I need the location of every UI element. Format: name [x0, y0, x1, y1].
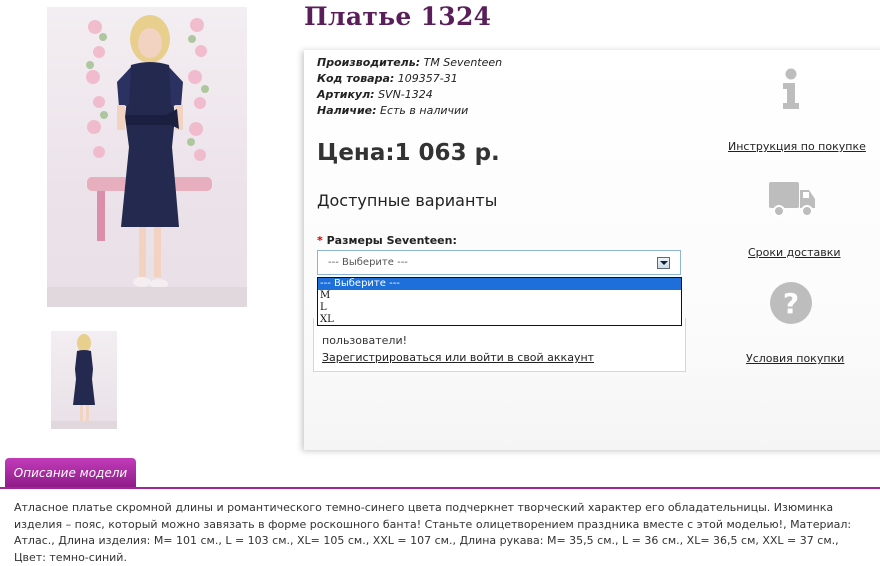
delivery-truck-icon[interactable] [767, 180, 817, 218]
availability-value: Есть в наличии [380, 104, 469, 117]
size-label: * Размеры Seventeen: [317, 234, 457, 247]
tab-underline [0, 487, 880, 489]
delivery-link[interactable]: Сроки доставки [748, 246, 841, 259]
product-thumbnail[interactable] [51, 331, 117, 429]
size-label-text: Размеры Seventeen: [326, 234, 457, 247]
availability-row: Наличие: Есть в наличии [317, 104, 468, 117]
dress-photo-illustration [47, 15, 247, 307]
product-code-value: 109357-31 [397, 72, 458, 85]
manufacturer-row: Производитель: ТМ Seventeen [317, 56, 502, 69]
thumbnail-illustration [51, 334, 117, 429]
product-main-photo[interactable] [47, 7, 247, 307]
tab-description[interactable]: Описание модели [5, 458, 136, 488]
login-notice-text: пользователи! [322, 334, 408, 347]
manufacturer-value: ТМ Seventeen [423, 56, 503, 69]
required-mark: * [317, 234, 323, 247]
product-code-label: Код товара: [317, 72, 395, 85]
size-option-xl[interactable]: XL [318, 314, 681, 326]
size-dropdown-list: --- Выберите --- M L XL [317, 277, 682, 326]
size-select[interactable]: --- Выберите --- [317, 250, 681, 275]
manufacturer-label: Производитель: [317, 56, 421, 69]
size-select-value: --- Выберите --- [328, 257, 408, 268]
article-row: Артикул: SVN-1324 [317, 88, 433, 101]
product-code-row: Код товара: 109357-31 [317, 72, 458, 85]
info-icon[interactable] [778, 68, 804, 110]
product-description: Атласное платье скромной длины и романти… [14, 501, 852, 564]
question-icon[interactable]: ? [768, 280, 814, 326]
product-price: Цена:1 063 р. [317, 140, 500, 166]
product-title: Платье 1324 [304, 2, 492, 31]
variants-heading: Доступные варианты [317, 191, 498, 210]
chevron-down-icon[interactable] [657, 257, 670, 269]
register-link[interactable]: Зарегистрироваться или войти в свой акка… [322, 351, 594, 364]
availability-label: Наличие: [317, 104, 377, 117]
conditions-link[interactable]: Условия покупки [746, 352, 844, 365]
svg-text:?: ? [783, 287, 799, 320]
instruction-link[interactable]: Инструкция по покупке [728, 140, 866, 153]
size-option-m[interactable]: M [318, 290, 681, 302]
size-option-l[interactable]: L [318, 302, 681, 314]
article-value: SVN-1324 [378, 88, 433, 101]
size-option-placeholder[interactable]: --- Выберите --- [318, 278, 681, 290]
article-label: Артикул: [317, 88, 375, 101]
